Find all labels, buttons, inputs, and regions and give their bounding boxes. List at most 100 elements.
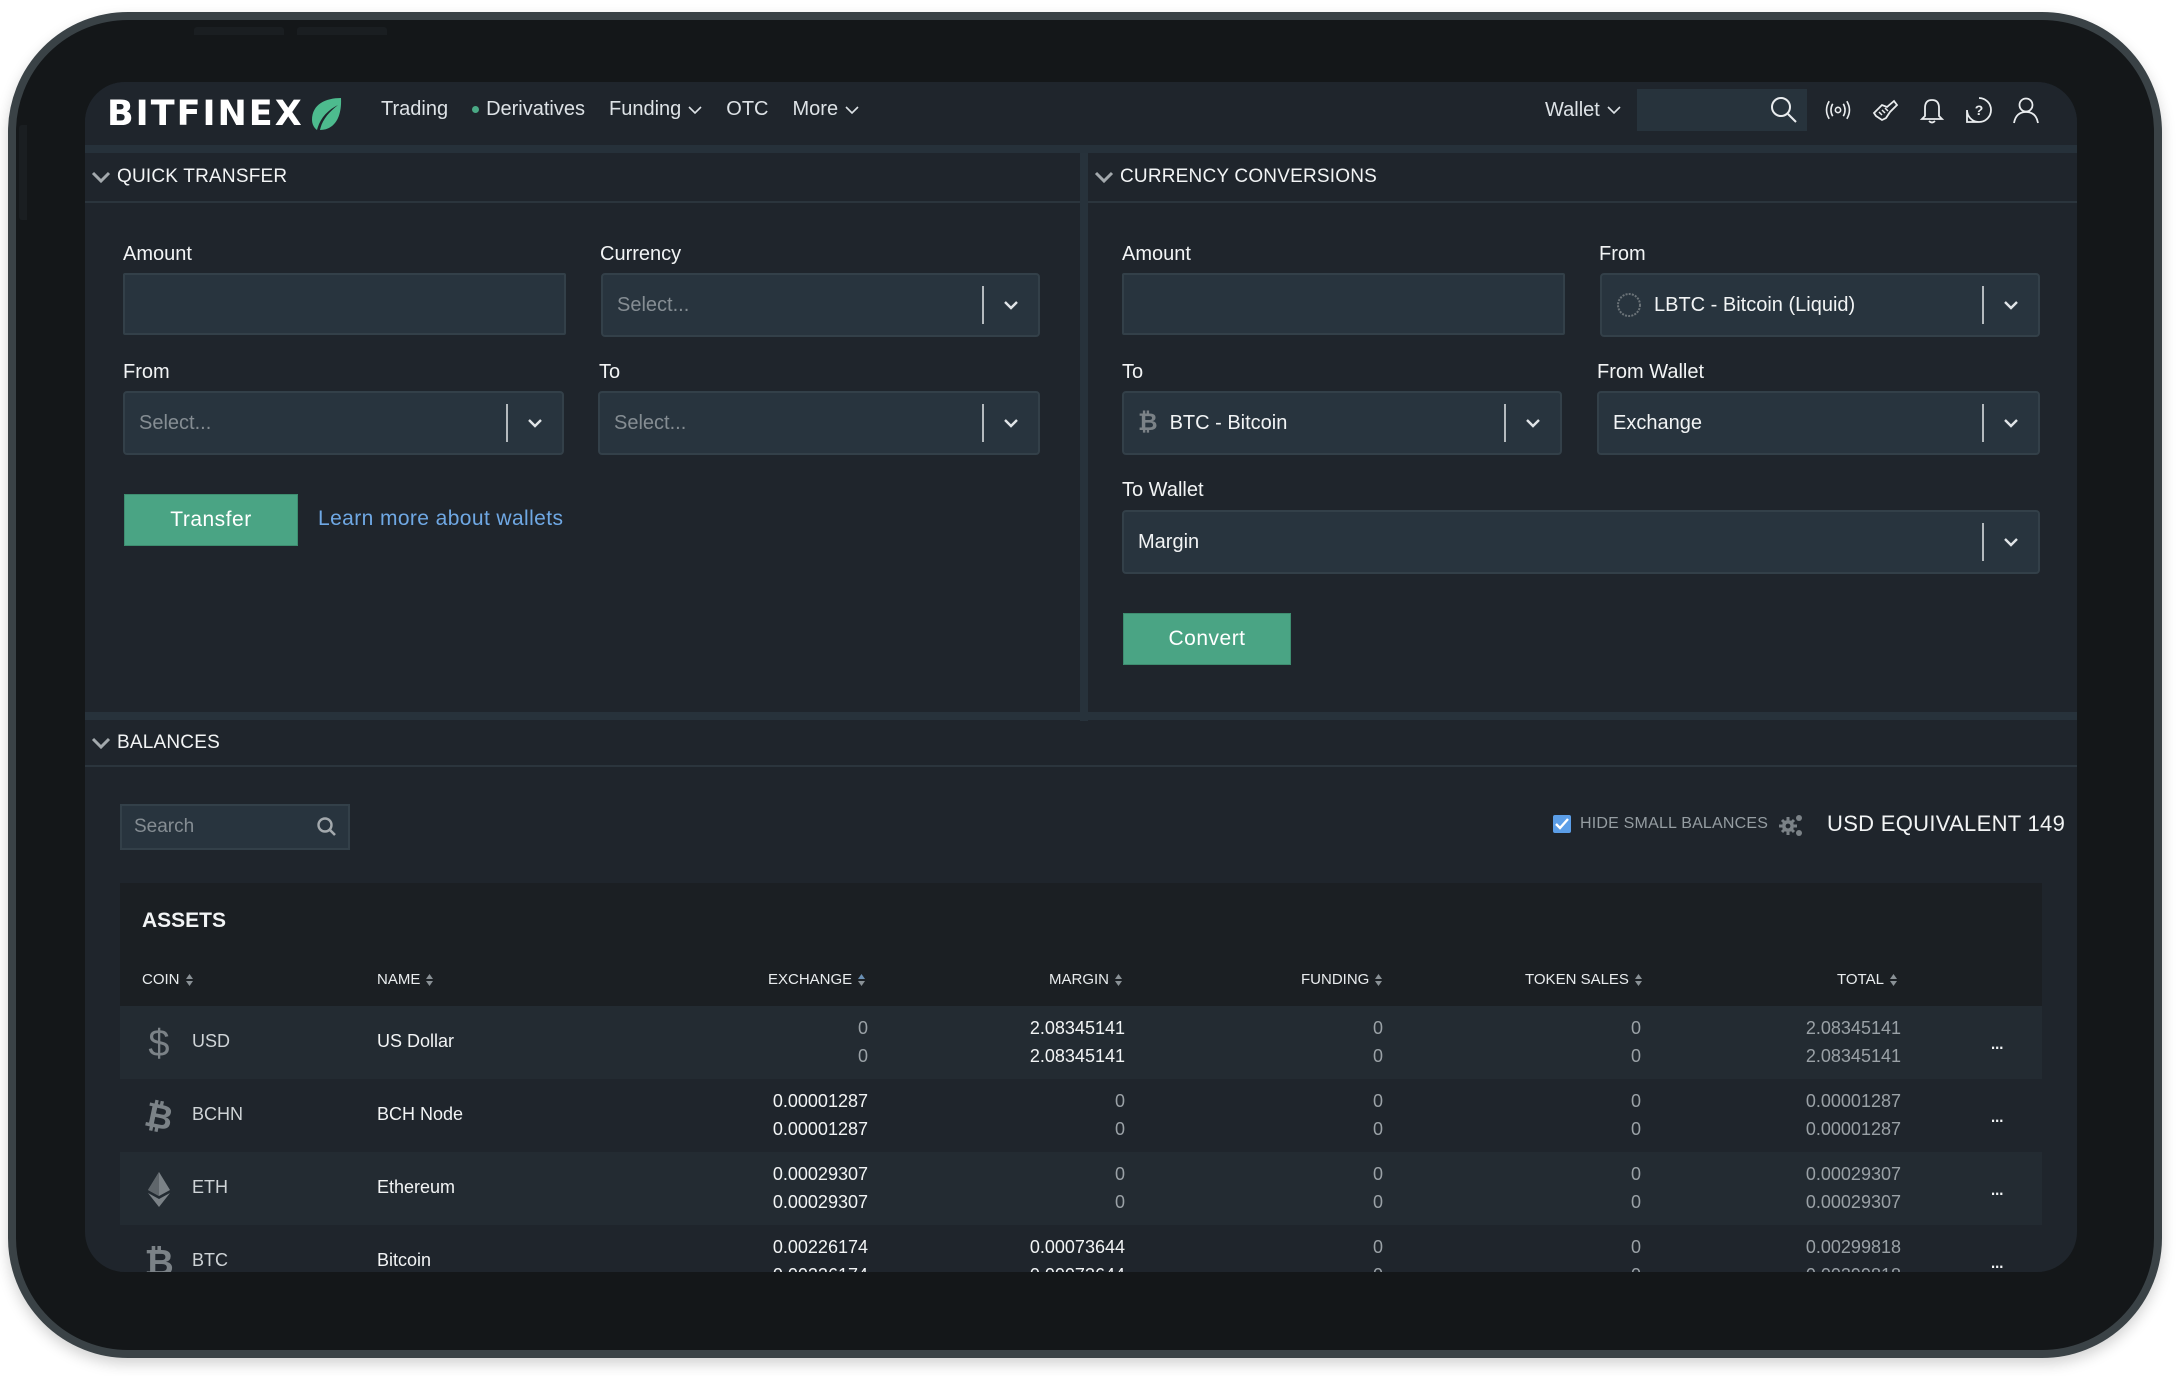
column-header-margin[interactable]: MARGIN [1049, 971, 1123, 988]
coin-symbol: BCHN [192, 1104, 244, 1124]
from-select[interactable]: Select... [123, 391, 564, 455]
settings-gears-icon[interactable] [1777, 812, 1805, 838]
nav-label: Funding [609, 98, 682, 120]
column-header-coin[interactable]: COIN [142, 971, 194, 988]
token-sales-values: 00 [1441, 1160, 1641, 1216]
panel-divider [1080, 153, 1088, 721]
search-placeholder: Search [134, 816, 195, 837]
funding-values: 00 [1183, 1014, 1383, 1070]
quick-transfer-header[interactable]: QUICK TRANSFER [85, 153, 1080, 203]
hide-small-balances-toggle[interactable]: HIDE SMALL BALANCES [1553, 815, 1768, 833]
column-label: TOTAL [1837, 971, 1884, 988]
svg-text:₿: ₿ [144, 1097, 174, 1135]
column-label: NAME [377, 971, 421, 988]
sort-icon [426, 973, 434, 986]
column-label: MARGIN [1049, 971, 1109, 988]
to-select[interactable]: Select... [598, 391, 1040, 455]
currency-conversions-panel: CURRENCY CONVERSIONS Amount From LBTC - … [1088, 153, 2077, 712]
currency-select[interactable]: Select... [601, 273, 1040, 337]
help-icon[interactable]: ? [1963, 94, 1995, 126]
balances-search-input[interactable]: Search [120, 804, 350, 850]
balance-value: 0 [1114, 1164, 1125, 1184]
broadcast-icon[interactable] [1822, 94, 1854, 126]
sort-icon [185, 973, 193, 986]
balance-value: 0.00073644 [1029, 1237, 1125, 1257]
balance-value: 0.00001287 [772, 1119, 868, 1139]
device-button [297, 27, 387, 35]
column-header-exchange[interactable]: EXCHANGE [768, 971, 866, 988]
learn-more-wallets-link[interactable]: Learn more about wallets [318, 507, 563, 531]
total-values: 0.00029307 0.00029307 [1701, 1160, 1901, 1216]
balance-value: 0 [1441, 1261, 1641, 1272]
balance-value: 0 [857, 1046, 868, 1066]
column-header-token-sales[interactable]: TOKEN SALES [1525, 971, 1643, 988]
wallet-menu[interactable]: Wallet [1545, 99, 1621, 122]
row-menu-button[interactable]: ... [1990, 1102, 2004, 1128]
balance-value: 0 [1372, 1046, 1383, 1066]
header-divider [85, 145, 2077, 153]
handshake-icon[interactable] [1869, 94, 1901, 126]
balances-header[interactable]: BALANCES [85, 720, 2077, 767]
amount-input[interactable] [123, 273, 566, 335]
search-icon [317, 817, 336, 836]
currency-conversions-header[interactable]: CURRENCY CONVERSIONS [1088, 153, 2077, 203]
chevron-down-icon [1506, 418, 1560, 428]
row-menu-button[interactable]: ... [1990, 1175, 2004, 1201]
from-wallet-select[interactable]: Exchange [1597, 391, 2040, 455]
panel-title: QUICK TRANSFER [117, 166, 288, 187]
from-wallet-label: From Wallet [1597, 361, 1705, 383]
bell-icon[interactable] [1916, 94, 1948, 126]
column-header-total[interactable]: TOTAL [1837, 971, 1898, 988]
column-header-name[interactable]: NAME [377, 971, 434, 988]
nav-funding[interactable]: Funding [609, 98, 702, 121]
row-menu-button[interactable]: ... [1990, 1248, 2004, 1272]
token-sales-values: 00 [1441, 1014, 1641, 1070]
wallet-label: Wallet [1545, 98, 1600, 121]
currency-label: Currency [600, 243, 682, 265]
hide-small-balances-checkbox[interactable] [1553, 815, 1571, 833]
convert-button[interactable]: Convert [1123, 613, 1291, 665]
amount-label: Amount [1122, 243, 1191, 265]
total-values: 0.00299818 0.00299818 [1701, 1233, 1901, 1272]
row-menu-button[interactable]: ... [1990, 1029, 2004, 1055]
asset-row-usd[interactable]: $ USD US Dollar 00 2.08345141 2.08345141 … [120, 1006, 2042, 1079]
header-search-input[interactable] [1636, 89, 1807, 131]
asset-row-eth[interactable]: ETH Ethereum 0.00029307 0.00029307 00 00 … [120, 1152, 2042, 1225]
status-dot-icon [472, 106, 480, 113]
column-header-funding[interactable]: FUNDING [1301, 971, 1383, 988]
bitfinex-logo[interactable]: BITFINEX [107, 94, 344, 134]
transfer-button[interactable]: Transfer [124, 494, 298, 546]
coin-name: Ethereum [377, 1177, 456, 1197]
chevron-down-icon [1094, 171, 1114, 184]
asset-row-btc[interactable]: ₿ BTC Bitcoin 0.00226174 0.00226174 0.000… [120, 1225, 2042, 1272]
nav-more[interactable]: More [793, 98, 860, 121]
currency-placeholder: Select... [617, 293, 690, 316]
conversion-amount-input[interactable] [1122, 273, 1565, 335]
chevron-down-icon [1984, 300, 2038, 310]
nav-otc[interactable]: OTC [726, 98, 768, 121]
to-currency-select[interactable]: ₿ BTC - Bitcoin [1122, 391, 1562, 455]
balance-value: 0 [1114, 1091, 1125, 1111]
assets-table: ASSETS COIN NAME EXCHANGE MARGIN FUNDING… [120, 883, 2042, 1272]
balance-value: 2.08345141 [1029, 1018, 1125, 1038]
balance-value: 2.08345141 [1805, 1018, 1901, 1038]
balance-value: 0 [1372, 1119, 1383, 1139]
nav-trading[interactable]: Trading [381, 98, 448, 121]
search-icon[interactable] [1769, 95, 1799, 125]
total-values: 2.08345141 2.08345141 [1701, 1014, 1901, 1070]
balance-value: 0.00226174 [668, 1261, 868, 1272]
balance-value: 2.08345141 [1805, 1046, 1901, 1066]
liquid-bitcoin-icon [1617, 293, 1641, 317]
coin-name: BCH Node [377, 1104, 464, 1124]
token-sales-values: 00 [1441, 1087, 1641, 1143]
asset-row-bchn[interactable]: ₿ BCHN BCH Node 0.00001287 0.00001287 00 … [120, 1079, 2042, 1152]
margin-values: 00 [925, 1160, 1125, 1216]
balance-value: 0 [857, 1018, 868, 1038]
nav-derivatives[interactable]: Derivatives [472, 98, 585, 121]
from-currency-select[interactable]: LBTC - Bitcoin (Liquid) [1600, 273, 2040, 337]
chevron-down-icon [508, 418, 562, 428]
to-wallet-select[interactable]: Margin [1122, 510, 2040, 574]
balance-value: 0.00029307 [772, 1192, 868, 1212]
user-icon[interactable] [2010, 94, 2042, 126]
svg-text:$: $ [148, 1024, 169, 1062]
